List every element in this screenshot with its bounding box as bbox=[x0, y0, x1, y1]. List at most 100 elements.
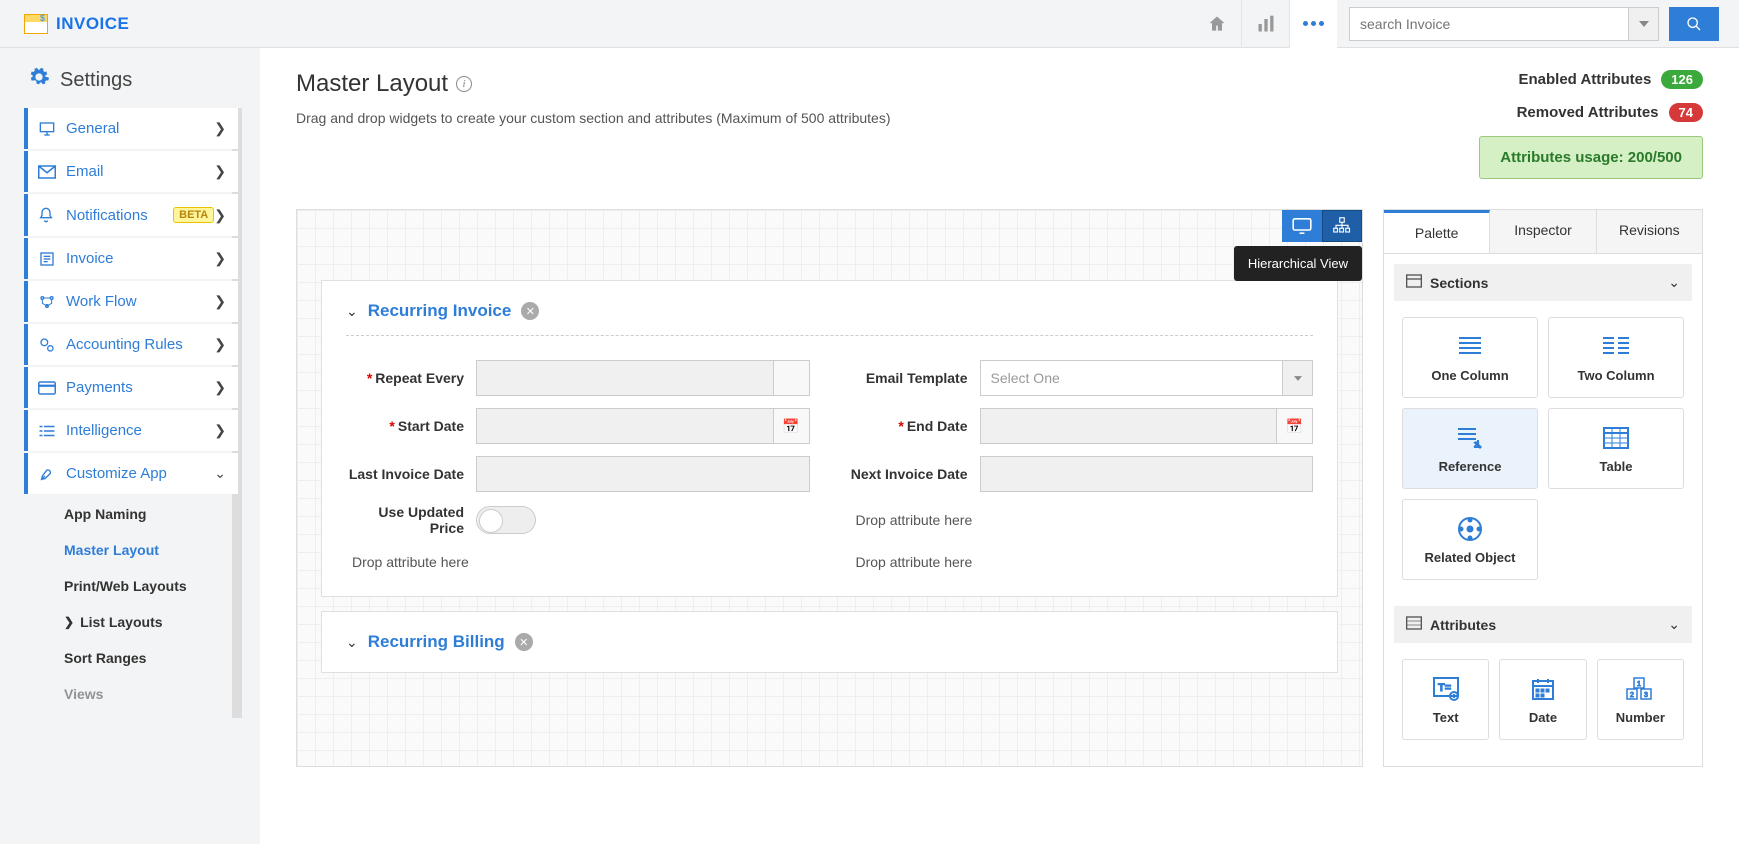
usage-indicator: Attributes usage: 200/500 bbox=[1479, 136, 1703, 179]
info-icon[interactable]: i bbox=[456, 76, 472, 92]
sidebar-item-general[interactable]: General ❯ bbox=[24, 108, 238, 149]
sidebar-item-workflow[interactable]: Work Flow ❯ bbox=[24, 281, 238, 322]
removed-count-badge: 74 bbox=[1669, 103, 1703, 122]
chevron-right-icon: ❯ bbox=[214, 207, 226, 224]
tab-palette[interactable]: Palette bbox=[1384, 210, 1490, 253]
drop-zone[interactable]: Drop attribute here bbox=[850, 548, 1314, 576]
remove-section-button[interactable]: ✕ bbox=[521, 302, 539, 320]
sidebar-item-invoice[interactable]: Invoice ❯ bbox=[24, 238, 238, 279]
section-title: Recurring Invoice bbox=[368, 301, 512, 321]
sidebar-item-customize[interactable]: Customize App ⌄ bbox=[24, 453, 238, 494]
subitem-print-web[interactable]: Print/Web Layouts bbox=[54, 568, 238, 604]
sidebar-item-payments[interactable]: Payments ❯ bbox=[24, 367, 238, 408]
widget-related-object[interactable]: Related Object bbox=[1402, 499, 1538, 580]
panel-sections-header[interactable]: Sections ⌄ bbox=[1394, 264, 1692, 301]
layout-canvas[interactable]: Hierarchical View ⌄ Recurring Invoice ✕ … bbox=[296, 209, 1363, 767]
calendar-icon[interactable]: 📅 bbox=[774, 408, 810, 444]
sidebar: Settings General ❯ Email ❯ Notifications… bbox=[0, 48, 260, 844]
section-title: Recurring Billing bbox=[368, 632, 505, 652]
widget-one-column[interactable]: One Column bbox=[1402, 317, 1538, 398]
date-icon bbox=[1506, 674, 1579, 704]
one-column-icon bbox=[1409, 332, 1531, 362]
panel-attributes-header[interactable]: Attributes ⌄ bbox=[1394, 606, 1692, 643]
enabled-attr-label: Enabled Attributes bbox=[1519, 71, 1652, 88]
sidebar-item-accounting[interactable]: Accounting Rules ❯ bbox=[24, 324, 238, 365]
subitem-list-layouts[interactable]: ❯List Layouts bbox=[54, 604, 238, 640]
use-updated-toggle[interactable] bbox=[476, 506, 536, 534]
subitem-sort-ranges[interactable]: Sort Ranges bbox=[54, 640, 238, 676]
table-icon bbox=[1555, 423, 1677, 453]
chevron-right-icon: ❯ bbox=[214, 163, 226, 180]
widget-date[interactable]: Date bbox=[1499, 659, 1586, 740]
subitem-app-naming[interactable]: App Naming bbox=[54, 496, 238, 532]
more-menu[interactable] bbox=[1289, 0, 1337, 48]
svg-text:2: 2 bbox=[1630, 692, 1634, 699]
section-recurring-invoice[interactable]: ⌄ Recurring Invoice ✕ *Repeat Every Emai… bbox=[321, 280, 1338, 597]
chevron-right-icon: ❯ bbox=[214, 422, 226, 439]
envelope-icon bbox=[38, 165, 58, 179]
chevron-right-icon: ❯ bbox=[214, 379, 226, 396]
next-invoice-input[interactable] bbox=[980, 456, 1314, 492]
repeat-unit-dropdown[interactable] bbox=[774, 360, 810, 396]
tab-inspector[interactable]: Inspector bbox=[1490, 210, 1596, 253]
tab-revisions[interactable]: Revisions bbox=[1597, 210, 1702, 253]
use-updated-label: Use Updated Price bbox=[378, 504, 464, 536]
hierarchical-view-button[interactable] bbox=[1322, 210, 1362, 242]
chevron-right-icon: ❯ bbox=[214, 336, 226, 353]
end-date-input[interactable] bbox=[980, 408, 1278, 444]
tools-icon bbox=[38, 466, 58, 482]
svg-text:T=: T= bbox=[1438, 682, 1451, 694]
last-invoice-input[interactable] bbox=[476, 456, 810, 492]
attributes-icon bbox=[1406, 616, 1422, 633]
analytics-icon[interactable] bbox=[1241, 0, 1289, 48]
widget-two-column[interactable]: Two Column bbox=[1548, 317, 1684, 398]
drop-zone[interactable]: Drop attribute here bbox=[850, 504, 1314, 536]
repeat-every-input[interactable] bbox=[476, 360, 774, 396]
start-date-input[interactable] bbox=[476, 408, 774, 444]
svg-text:3: 3 bbox=[1644, 692, 1648, 699]
home-icon[interactable] bbox=[1193, 0, 1241, 48]
remove-section-button[interactable]: ✕ bbox=[515, 633, 533, 651]
sidebar-item-intelligence[interactable]: Intelligence ❯ bbox=[24, 410, 238, 451]
invoice-icon bbox=[24, 14, 48, 34]
removed-attr-label: Removed Attributes bbox=[1517, 104, 1659, 121]
chevron-down-icon: ⌄ bbox=[1668, 274, 1680, 291]
chevron-down-icon: ⌄ bbox=[214, 465, 226, 482]
next-invoice-label: Next Invoice Date bbox=[851, 466, 968, 482]
sidebar-item-email[interactable]: Email ❯ bbox=[24, 151, 238, 192]
widget-reference[interactable]: Reference bbox=[1402, 408, 1538, 489]
beta-badge: BETA bbox=[173, 207, 214, 223]
start-date-label: Start Date bbox=[398, 418, 464, 434]
chevron-down-icon[interactable]: ⌄ bbox=[346, 634, 358, 651]
monitor-icon bbox=[38, 121, 58, 137]
search-button[interactable] bbox=[1669, 7, 1719, 41]
sidebar-title: Settings bbox=[60, 69, 132, 92]
chevron-down-icon[interactable]: ⌄ bbox=[346, 303, 358, 320]
widget-text[interactable]: T= Text bbox=[1402, 659, 1489, 740]
right-panel: Palette Inspector Revisions Sections ⌄ O… bbox=[1383, 209, 1703, 767]
subitem-master-layout[interactable]: Master Layout bbox=[54, 532, 238, 568]
text-icon: T= bbox=[1409, 674, 1482, 704]
subitem-views[interactable]: Views bbox=[54, 676, 238, 712]
drop-zone[interactable]: Drop attribute here bbox=[346, 548, 810, 576]
two-column-icon bbox=[1555, 332, 1677, 362]
reference-icon bbox=[1409, 423, 1531, 453]
app-logo[interactable]: INVOICE bbox=[24, 14, 129, 34]
calendar-icon[interactable]: 📅 bbox=[1277, 408, 1313, 444]
gears-icon bbox=[38, 337, 58, 353]
section-recurring-billing[interactable]: ⌄ Recurring Billing ✕ bbox=[321, 611, 1338, 673]
email-template-select[interactable]: Select One bbox=[980, 360, 1314, 396]
desktop-view-button[interactable] bbox=[1282, 210, 1322, 242]
enabled-count-badge: 126 bbox=[1661, 70, 1703, 89]
search-dropdown[interactable] bbox=[1629, 7, 1659, 41]
page-title: Master Layout i bbox=[296, 70, 1479, 98]
search-input[interactable] bbox=[1349, 7, 1629, 41]
widget-number[interactable]: 123 Number bbox=[1597, 659, 1684, 740]
sections-icon bbox=[1406, 274, 1422, 291]
chevron-right-icon: ❯ bbox=[214, 293, 226, 310]
sidebar-item-notifications[interactable]: Notifications BETA ❯ bbox=[24, 194, 238, 236]
widget-table[interactable]: Table bbox=[1548, 408, 1684, 489]
credit-card-icon bbox=[38, 381, 58, 395]
last-invoice-label: Last Invoice Date bbox=[349, 466, 464, 482]
gear-icon bbox=[28, 66, 50, 94]
